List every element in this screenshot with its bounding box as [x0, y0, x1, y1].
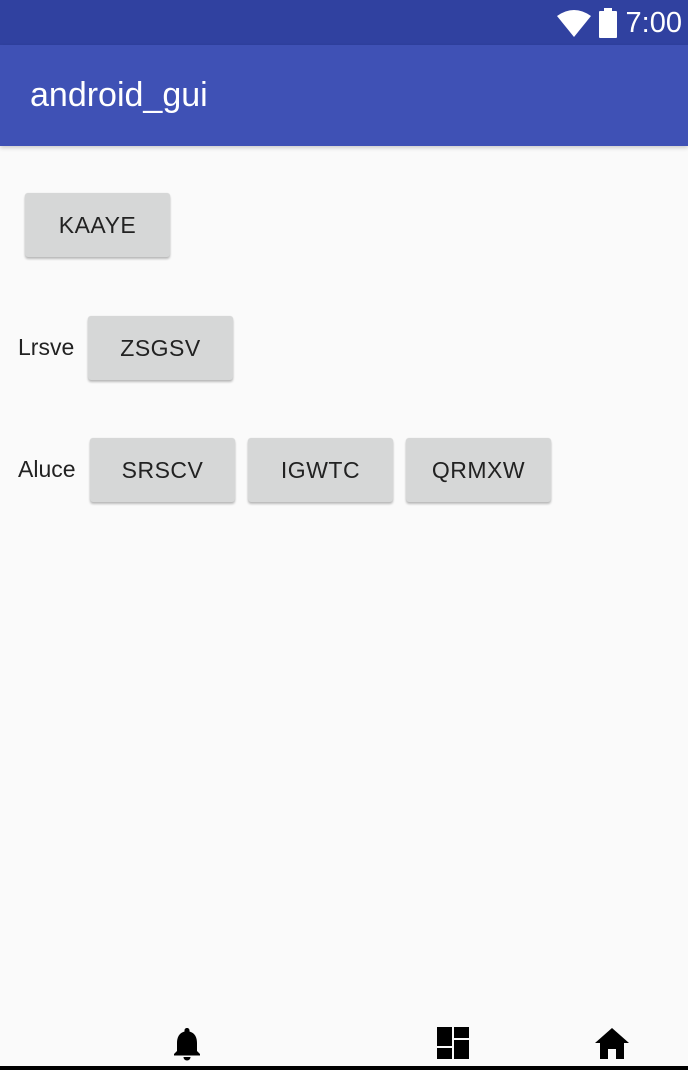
zsgsv-button[interactable]: ZSGSV [88, 316, 233, 380]
app-title: android_gui [30, 76, 208, 114]
navigation-bar [0, 1018, 688, 1070]
igwtc-button[interactable]: IGWTC [248, 438, 393, 502]
kaaye-button[interactable]: KAAYE [25, 193, 170, 257]
dashboard-icon[interactable] [435, 1026, 471, 1062]
home-icon[interactable] [594, 1026, 630, 1062]
status-time: 7:00 [625, 7, 682, 39]
qrmxw-button[interactable]: QRMXW [406, 438, 551, 502]
row-label-lrsve: Lrsve [18, 334, 75, 360]
app-bar: android_gui [0, 45, 688, 146]
navigation-bar-edge [0, 1066, 688, 1070]
srscv-button[interactable]: SRSCV [90, 438, 235, 502]
notifications-icon[interactable] [169, 1026, 205, 1062]
battery-icon [598, 8, 617, 38]
wifi-icon [556, 10, 591, 37]
status-bar: 7:00 [0, 0, 688, 45]
row-label-aluce: Aluce [18, 456, 76, 482]
status-icons: 7:00 [556, 4, 682, 42]
app-screen: 7:00 android_gui KAAYE Lrsve ZSGSV Aluce… [0, 0, 688, 1070]
